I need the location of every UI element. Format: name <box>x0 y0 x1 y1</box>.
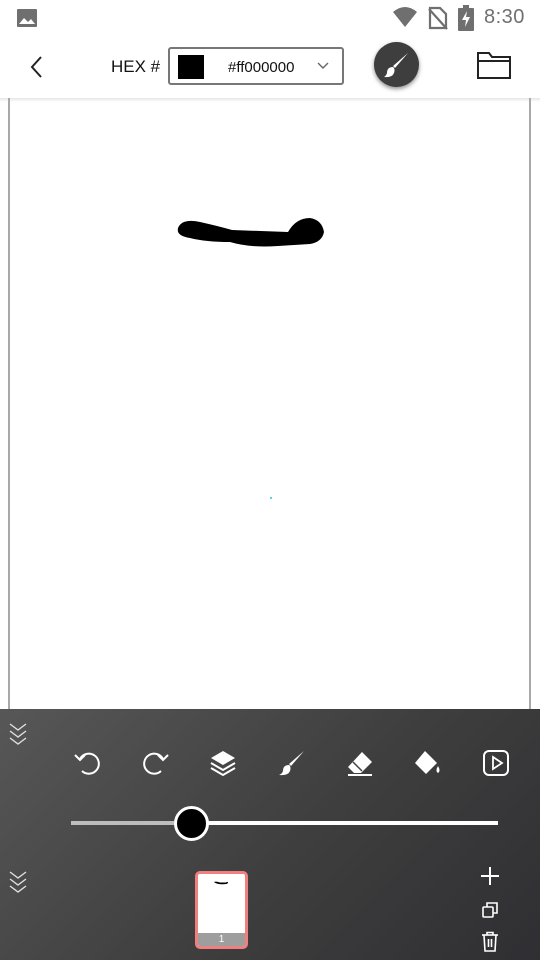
brush-size-track-filled[interactable] <box>71 821 191 825</box>
brush-icon <box>279 751 304 776</box>
chevrons-down-icon <box>9 723 27 745</box>
hex-label: HEX # <box>111 57 161 76</box>
layers-icon <box>210 751 236 777</box>
brush-stroke <box>177 218 324 247</box>
canvas-border-right <box>529 98 531 710</box>
bottom-panel: 1 <box>0 709 540 960</box>
layers-button[interactable] <box>207 747 239 779</box>
play-animation-button[interactable] <box>480 747 512 779</box>
folder-button[interactable] <box>476 49 512 81</box>
color-swatch <box>178 55 204 79</box>
eraser-button[interactable] <box>344 747 376 779</box>
brush-icon <box>384 53 408 78</box>
color-select[interactable]: #ff000000 <box>168 47 344 85</box>
brush-size-slider-thumb[interactable] <box>173 806 209 841</box>
folder-icon <box>477 52 511 79</box>
delete-frame-button[interactable] <box>480 931 500 953</box>
status-bar: 8:30 <box>0 0 540 36</box>
add-icon <box>481 867 499 885</box>
color-value: #ff000000 <box>228 59 295 76</box>
frame-number: 1 <box>198 933 245 946</box>
wifi-icon <box>393 7 417 27</box>
duplicate-icon <box>482 902 498 918</box>
top-toolbar: HEX # #ff000000 <box>0 36 540 98</box>
undo-button[interactable] <box>72 747 104 779</box>
drawing-app: 8:30 HEX # #ff000000 1 <box>0 0 540 960</box>
frame-preview-stroke <box>214 881 228 885</box>
fill-bucket-button[interactable] <box>412 747 444 779</box>
undo-icon <box>74 752 100 775</box>
play-icon <box>483 750 509 776</box>
collapse-frames-button[interactable] <box>7 869 29 899</box>
back-button[interactable] <box>20 50 54 84</box>
brush-tool-button[interactable] <box>276 747 308 779</box>
add-frame-button[interactable] <box>478 864 502 888</box>
delete-icon <box>482 931 498 952</box>
canvas-top-shadow <box>0 98 540 102</box>
collapse-tools-button[interactable] <box>7 721 29 751</box>
frame-thumbnail[interactable]: 1 <box>195 871 248 949</box>
drawing-canvas[interactable] <box>0 98 540 710</box>
brush-button[interactable] <box>374 42 419 87</box>
duplicate-frame-button[interactable] <box>480 900 500 920</box>
canvas-border-left <box>8 98 10 710</box>
chevron-down-icon <box>317 62 329 69</box>
battery-charging-icon <box>458 5 474 31</box>
eraser-icon <box>348 752 372 776</box>
no-sim-icon <box>428 6 448 30</box>
redo-icon <box>143 752 169 775</box>
fill-bucket-icon <box>415 751 440 774</box>
brush-size-track[interactable] <box>190 821 498 825</box>
chevrons-down-icon <box>9 871 27 893</box>
gallery-icon <box>17 9 37 27</box>
redo-button[interactable] <box>139 747 171 779</box>
canvas-dot <box>270 497 272 499</box>
chevron-left-icon <box>30 56 42 78</box>
status-time: 8:30 <box>484 6 525 28</box>
